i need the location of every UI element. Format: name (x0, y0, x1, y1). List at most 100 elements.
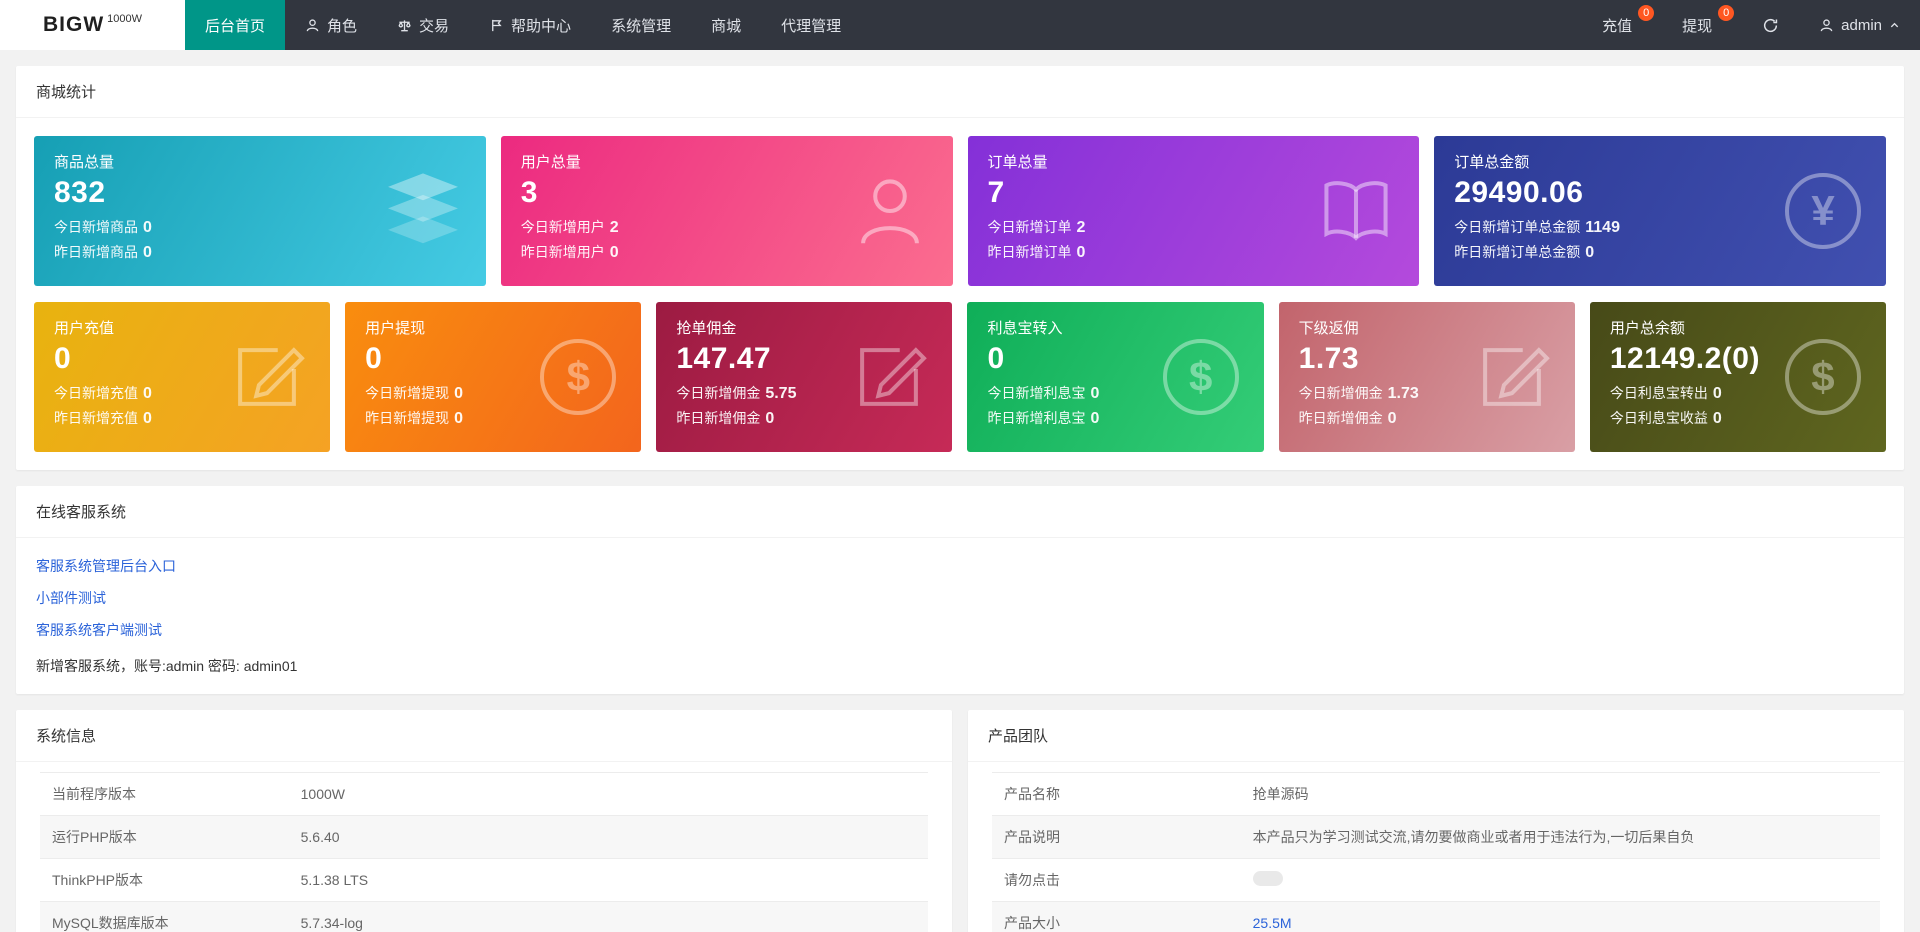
refresh-button[interactable] (1742, 0, 1799, 50)
row-value: 1000W (289, 773, 928, 816)
table-row: 当前程序版本 1000W (40, 773, 928, 816)
big-stat-cards: 商品总量 832 今日新增商品0 昨日新增商品0 用户总量 3 今日新增用户2 … (34, 136, 1886, 286)
table-row: 产品名称 抢单源码 (992, 773, 1880, 816)
stat-card-goods-total: 商品总量 832 今日新增商品0 昨日新增商品0 (34, 136, 486, 286)
service-client-test-link[interactable]: 客服系统客户端测试 (36, 620, 162, 640)
nav-item-roles[interactable]: 角色 (285, 0, 377, 50)
flag-icon (489, 18, 504, 33)
stat-card-user-recharge: 用户充值 0 今日新增充值0 昨日新增充值0 (34, 302, 330, 452)
nav-label: 后台首页 (205, 15, 265, 36)
edit-icon (1469, 334, 1555, 420)
nav-label: 帮助中心 (511, 15, 571, 36)
product-size-link[interactable]: 25.5M (1253, 915, 1292, 931)
logo: BIGW 1000W (0, 0, 185, 50)
bottom-panels: 系统信息 当前程序版本 1000W 运行PHP版本 5.6.40 ThinkPH… (16, 710, 1904, 932)
panel-title: 商城统计 (16, 66, 1904, 118)
nav-label: 系统管理 (611, 15, 671, 36)
nav-item-agent-manage[interactable]: 代理管理 (761, 0, 861, 50)
table-row: ThinkPHP版本 5.1.38 LTS (40, 859, 928, 902)
nav-label: 角色 (327, 15, 357, 36)
nav-item-help-center[interactable]: 帮助中心 (469, 0, 591, 50)
row-label: MySQL数据库版本 (40, 902, 289, 932)
product-team-panel: 产品团队 产品名称 抢单源码 产品说明 本产品只为学习测试交流,请勿要做商业或者… (968, 710, 1904, 932)
row-label: 产品说明 (992, 816, 1241, 859)
row-label: 产品名称 (992, 773, 1241, 816)
navbar-right: 充值 0 提现 0 admin (1582, 0, 1920, 50)
stat-card-user-balance: 用户总余额 12149.2(0) 今日利息宝转出0 今日利息宝收益0 $ (1590, 302, 1886, 452)
user-icon (1819, 18, 1834, 33)
user-icon (847, 168, 933, 254)
system-info-panel: 系统信息 当前程序版本 1000W 运行PHP版本 5.6.40 ThinkPH… (16, 710, 952, 932)
withdraw-button[interactable]: 提现 0 (1662, 0, 1742, 50)
stat-card-user-withdraw: 用户提现 0 今日新增提现0 昨日新增提现0 $ (345, 302, 641, 452)
small-stat-cards: 用户充值 0 今日新增充值0 昨日新增充值0 用户提现 0 今日新增提现0 昨日… (34, 302, 1886, 452)
table-row: 产品大小 25.5M (992, 902, 1880, 932)
recharge-button[interactable]: 充值 0 (1582, 0, 1662, 50)
page-content: 商城统计 商品总量 832 今日新增商品0 昨日新增商品0 用户总量 3 今日新… (0, 50, 1920, 932)
main-nav: 后台首页 角色 交易 帮助中心 系统管理 商城 代理管理 (185, 0, 861, 50)
online-service-panel: 在线客服系统 客服系统管理后台入口 小部件测试 客服系统客户端测试 新增客服系统… (16, 486, 1904, 694)
nav-item-trade[interactable]: 交易 (377, 0, 469, 50)
row-value: 5.7.34-log (289, 902, 928, 932)
stat-card-orders-total: 订单总量 7 今日新增订单2 昨日新增订单0 (968, 136, 1420, 286)
book-icon (1313, 168, 1399, 254)
service-body: 客服系统管理后台入口 小部件测试 客服系统客户端测试 新增客服系统，账号:adm… (16, 538, 1904, 694)
table-row: 请勿点击 (992, 859, 1880, 902)
top-navbar: BIGW 1000W 后台首页 角色 交易 帮助中心 系统管理 商城 代理管理 … (0, 0, 1920, 50)
nav-item-mall[interactable]: 商城 (691, 0, 761, 50)
row-value: 5.6.40 (289, 816, 928, 859)
panel-title: 在线客服系统 (16, 486, 1904, 538)
withdraw-label: 提现 (1682, 15, 1712, 36)
table-row: 运行PHP版本 5.6.40 (40, 816, 928, 859)
edit-icon (224, 334, 310, 420)
scale-icon (397, 18, 412, 33)
row-value (1241, 859, 1880, 902)
product-team-table: 产品名称 抢单源码 产品说明 本产品只为学习测试交流,请勿要做商业或者用于违法行… (968, 762, 1904, 932)
row-value: 5.1.38 LTS (289, 859, 928, 902)
nav-label: 代理管理 (781, 15, 841, 36)
stat-card-grab-commission: 抢单佣金 147.47 今日新增佣金5.75 昨日新增佣金0 (656, 302, 952, 452)
row-label: 产品大小 (992, 902, 1241, 932)
stats-body: 商品总量 832 今日新增商品0 昨日新增商品0 用户总量 3 今日新增用户2 … (16, 118, 1904, 470)
nav-item-home[interactable]: 后台首页 (185, 0, 285, 50)
panel-title: 产品团队 (968, 710, 1904, 762)
chevron-up-icon (1889, 20, 1900, 31)
row-value: 本产品只为学习测试交流,请勿要做商业或者用于违法行为,一切后果自负 (1241, 816, 1880, 859)
layers-icon (380, 168, 466, 254)
nav-label: 商城 (711, 15, 741, 36)
recharge-badge: 0 (1638, 5, 1654, 21)
refresh-icon (1762, 17, 1779, 34)
table-row: 产品说明 本产品只为学习测试交流,请勿要做商业或者用于违法行为,一切后果自负 (992, 816, 1880, 859)
dollar-icon: $ (1158, 334, 1244, 420)
nav-label: 交易 (419, 15, 449, 36)
table-row: MySQL数据库版本 5.7.34-log (40, 902, 928, 932)
user-icon (305, 18, 320, 33)
row-label: 运行PHP版本 (40, 816, 289, 859)
service-note: 新增客服系统，账号:admin 密码: admin01 (36, 656, 1884, 676)
row-label: 请勿点击 (992, 859, 1241, 902)
username: admin (1841, 17, 1882, 34)
row-value: 25.5M (1241, 902, 1880, 932)
service-admin-entry-link[interactable]: 客服系统管理后台入口 (36, 556, 176, 576)
panel-title: 系统信息 (16, 710, 952, 762)
stat-card-order-amount: 订单总金额 29490.06 今日新增订单总金额1149 昨日新增订单总金额0 … (1434, 136, 1886, 286)
yen-icon: ¥ (1780, 168, 1866, 254)
withdraw-badge: 0 (1718, 5, 1734, 21)
system-info-table: 当前程序版本 1000W 运行PHP版本 5.6.40 ThinkPHP版本 5… (16, 762, 952, 932)
recharge-label: 充值 (1602, 15, 1632, 36)
dollar-icon: $ (1780, 334, 1866, 420)
stat-card-users-total: 用户总量 3 今日新增用户2 昨日新增用户0 (501, 136, 953, 286)
stat-card-sub-rebate: 下级返佣 1.73 今日新增佣金1.73 昨日新增佣金0 (1279, 302, 1575, 452)
row-value: 抢单源码 (1241, 773, 1880, 816)
mall-statistics-panel: 商城统计 商品总量 832 今日新增商品0 昨日新增商品0 用户总量 3 今日新… (16, 66, 1904, 470)
row-label: ThinkPHP版本 (40, 859, 289, 902)
edit-icon (846, 334, 932, 420)
widget-test-link[interactable]: 小部件测试 (36, 588, 106, 608)
do-not-click-badge[interactable] (1253, 871, 1283, 886)
stat-card-interest-in: 利息宝转入 0 今日新增利息宝0 昨日新增利息宝0 $ (967, 302, 1263, 452)
dollar-icon: $ (535, 334, 621, 420)
row-label: 当前程序版本 (40, 773, 289, 816)
user-menu[interactable]: admin (1799, 0, 1920, 50)
nav-item-system-manage[interactable]: 系统管理 (591, 0, 691, 50)
logo-text: BIGW (43, 13, 104, 37)
